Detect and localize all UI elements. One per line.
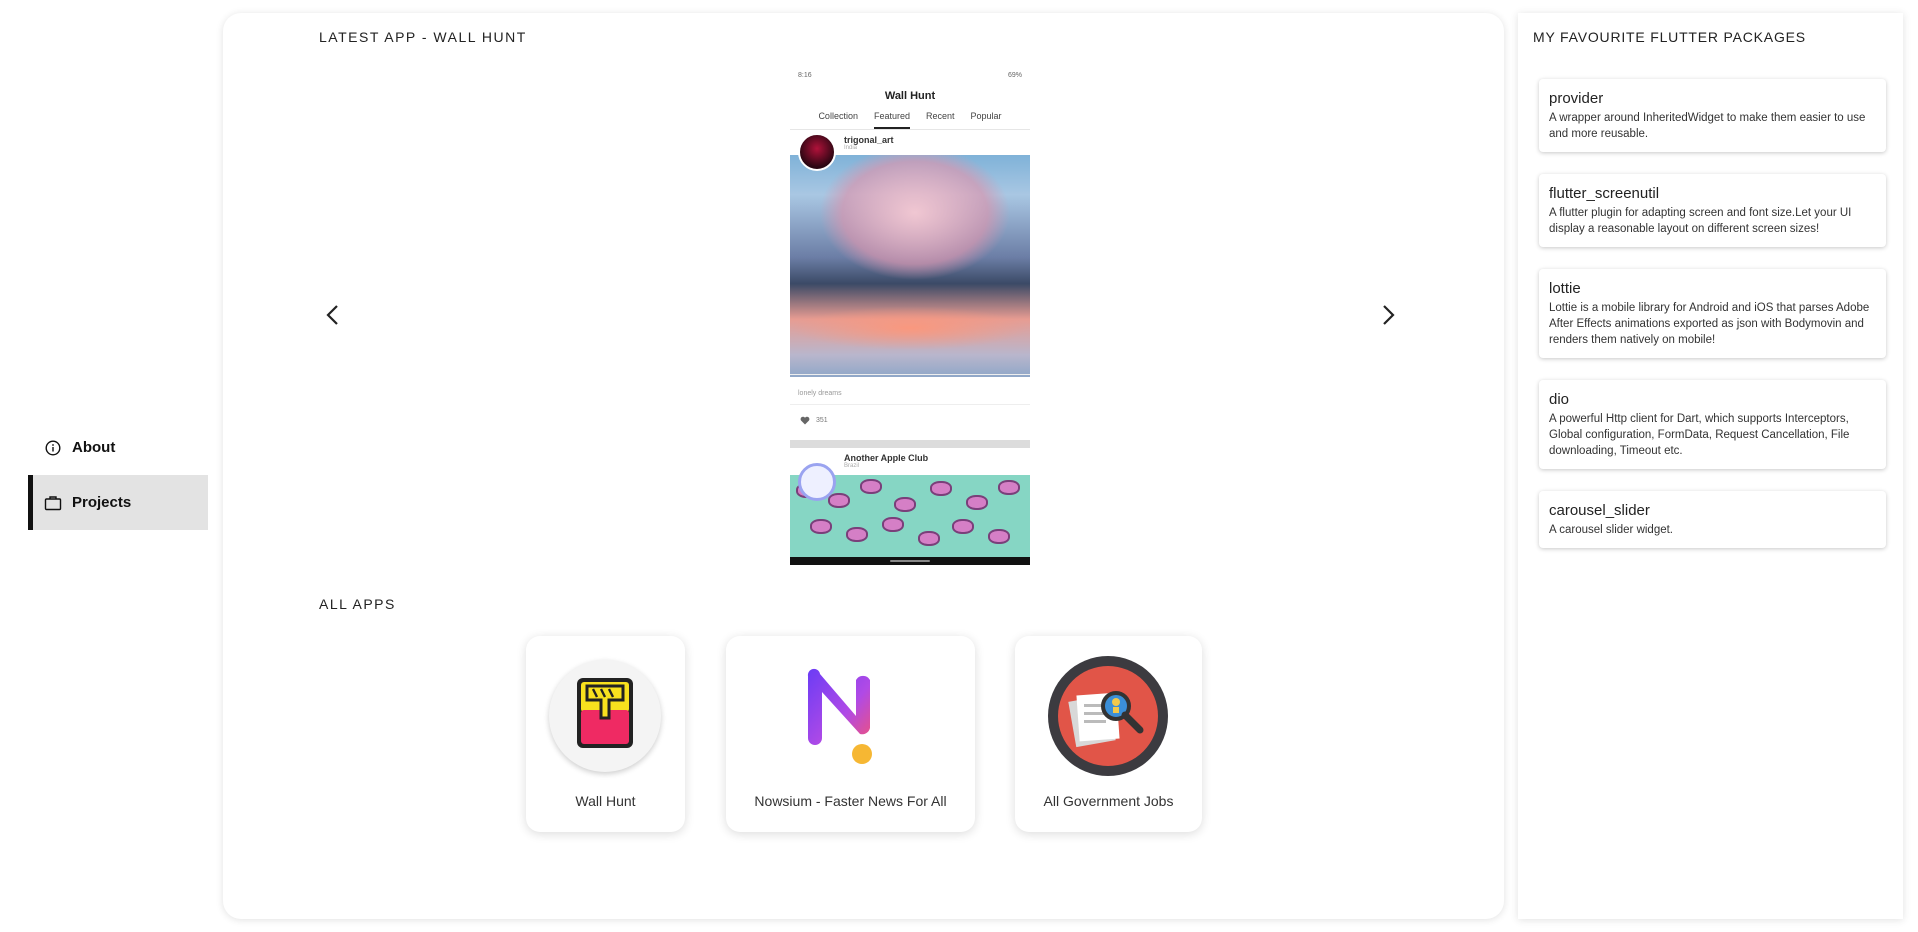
phone-tab-popular: Popular (970, 111, 1002, 121)
phone-post-avatar (798, 463, 836, 501)
phone-post-avatar (798, 133, 836, 171)
phone-divider (790, 374, 1030, 375)
phone-post-separator (790, 440, 1030, 448)
packages-panel: MY FAVOURITE FLUTTER PACKAGES provider A… (1518, 13, 1903, 919)
app-name: Wall Hunt (575, 793, 636, 809)
packages-title: MY FAVOURITE FLUTTER PACKAGES (1533, 29, 1806, 45)
phone-tab-divider (790, 129, 1030, 130)
phone-post-likes-count: 351 (816, 417, 828, 424)
package-description: A flutter plugin for adapting screen and… (1549, 207, 1852, 235)
nav-item-label: Projects (72, 494, 132, 511)
phone-post-country: Brazil (844, 463, 860, 469)
carousel-prev-button[interactable] (318, 300, 348, 330)
package-description: A carousel slider widget. (1549, 524, 1674, 536)
app-name: All Government Jobs (1043, 793, 1174, 809)
carousel-screenshot: 8:16 69% Wall Hunt Collection Featured R… (790, 68, 1030, 565)
phone-post-user: trigonal_art (844, 135, 894, 145)
phone-tab-collection: Collection (818, 111, 858, 121)
phone-app-title: Wall Hunt (884, 90, 936, 102)
latest-app-title: LATEST APP - WALL HUNT (319, 29, 527, 45)
chevron-left-icon (326, 305, 338, 325)
app-card-wall-hunt[interactable]: Wall Hunt (526, 636, 685, 832)
wall-hunt-logo-icon (549, 660, 661, 772)
phone-post-caption: lonely dreams (798, 390, 842, 397)
package-name: carousel_slider (1549, 502, 1650, 519)
carousel-next-button[interactable] (1373, 300, 1403, 330)
phone-divider (790, 404, 1030, 405)
phone-tabs: Collection Featured Recent Popular (790, 111, 1030, 129)
package-card-lottie[interactable]: lottie Lottie is a mobile library for An… (1539, 269, 1886, 358)
package-description: Lottie is a mobile library for Android a… (1549, 302, 1870, 346)
package-name: provider (1549, 90, 1604, 107)
phone-status-battery: 69% (1007, 72, 1022, 79)
package-description: A powerful Http client for Dart, which s… (1549, 413, 1850, 457)
phone-tab-recent: Recent (926, 111, 955, 121)
package-card-flutter-screenutil[interactable]: flutter_screenutil A flutter plugin for … (1539, 174, 1886, 247)
phone-nav-bar (790, 557, 1030, 565)
side-nav: About Projects (28, 420, 208, 530)
nav-item-about[interactable]: About (28, 420, 208, 475)
nav-item-projects[interactable]: Projects (28, 475, 208, 530)
gov-jobs-logo-icon (1048, 656, 1168, 776)
phone-post-country: India (844, 145, 858, 151)
package-description: A wrapper around InheritedWidget to make… (1549, 112, 1866, 140)
phone-post-user: Another Apple Club (844, 453, 929, 463)
package-card-dio[interactable]: dio A powerful Http client for Dart, whi… (1539, 380, 1886, 469)
phone-status-time: 8:16 (798, 72, 812, 79)
heart-icon (800, 416, 810, 425)
page: About Projects LATEST APP - WALL HUNT 8:… (0, 0, 1918, 932)
package-name: lottie (1549, 280, 1581, 297)
package-card-provider[interactable]: provider A wrapper around InheritedWidge… (1539, 79, 1886, 152)
phone-tab-featured: Featured (873, 111, 910, 129)
info-icon (44, 439, 62, 457)
phone-status-bar: 8:16 69% (790, 68, 1030, 86)
all-apps-title: ALL APPS (319, 596, 396, 612)
package-name: dio (1549, 391, 1570, 408)
app-card-gov-jobs[interactable]: All Government Jobs (1015, 636, 1202, 832)
phone-post-likes: 351 (800, 416, 828, 425)
package-card-carousel-slider[interactable]: carousel_slider A carousel slider widget… (1539, 491, 1886, 548)
briefcase-icon (44, 494, 62, 512)
app-name: Nowsium - Faster News For All (754, 793, 947, 809)
package-name: flutter_screenutil (1549, 185, 1660, 202)
phone-post-image (790, 155, 1030, 377)
nav-item-label: About (72, 439, 116, 456)
main-panel: LATEST APP - WALL HUNT 8:16 69% Wall Hun… (223, 13, 1504, 919)
app-card-nowsium[interactable]: Nowsium - Faster News For All (726, 636, 975, 832)
chevron-right-icon (1383, 305, 1395, 325)
nowsium-logo-icon (804, 668, 894, 768)
